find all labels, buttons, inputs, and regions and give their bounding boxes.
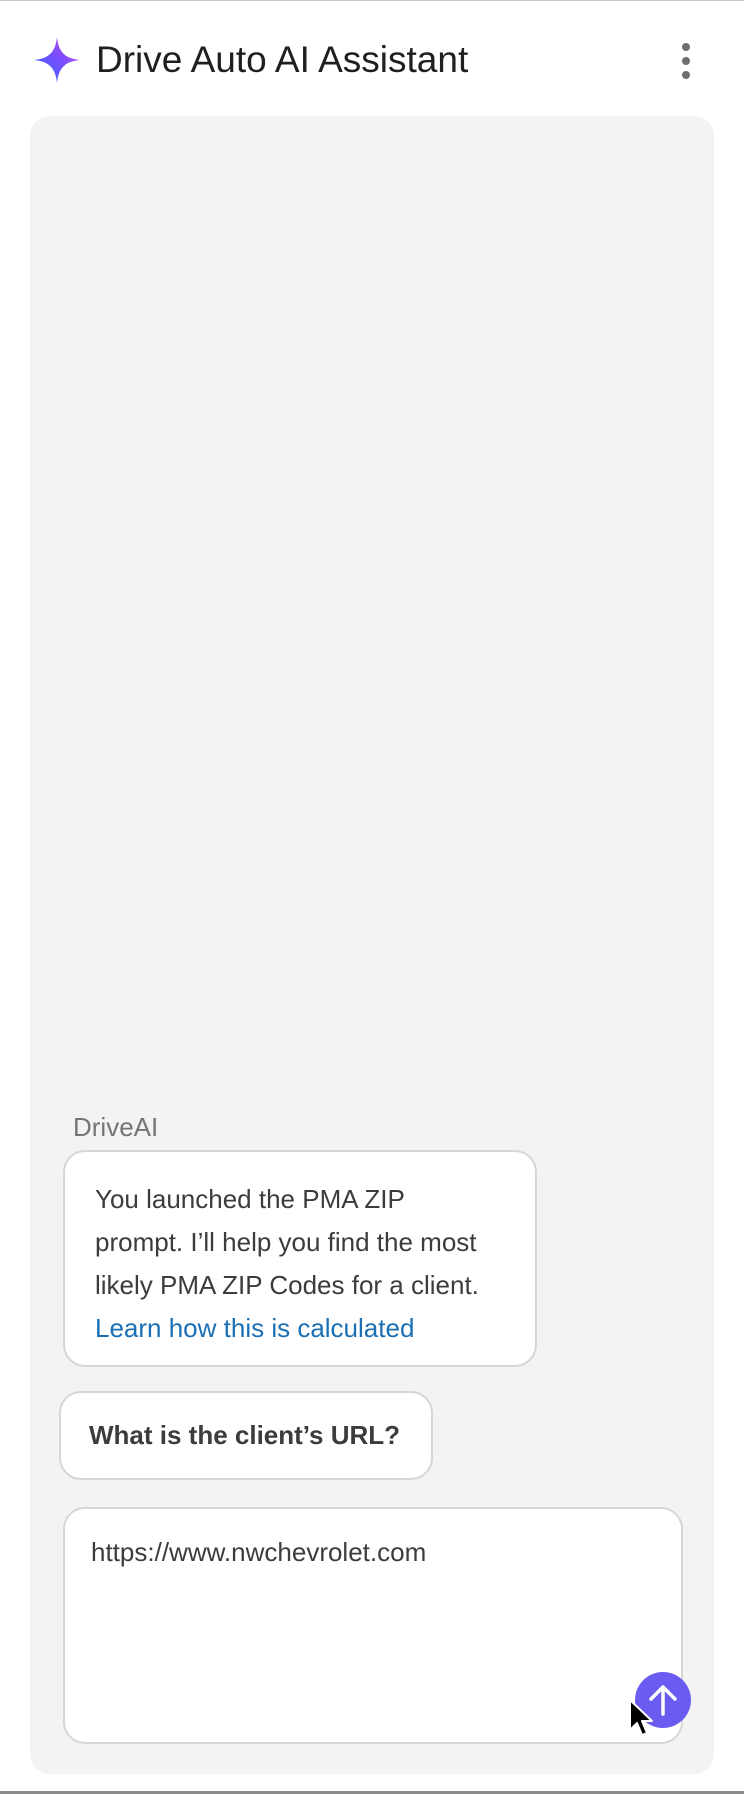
chat-panel: DriveAI You launched the PMA ZIP prompt.…: [30, 116, 714, 1774]
send-button[interactable]: [635, 1672, 691, 1728]
arrow-up-icon: [649, 1685, 677, 1716]
url-input[interactable]: [91, 1535, 651, 1569]
sparkle-icon: [34, 37, 80, 83]
sender-label: DriveAI: [73, 1112, 159, 1142]
more-vertical-icon: [682, 43, 690, 51]
assistant-page: Drive Auto AI Assistant DriveAI You laun…: [0, 0, 744, 1794]
more-vertical-icon-dot-3: [682, 71, 690, 79]
message-line: prompt. I’ll help you find the most: [95, 1227, 477, 1257]
more-vertical-icon-dot-2: [682, 57, 690, 65]
message-line: likely PMA ZIP Codes for a client.: [95, 1270, 479, 1300]
more-options-button[interactable]: [666, 37, 706, 85]
message-line: You launched the PMA ZIP: [95, 1184, 405, 1214]
composer-box[interactable]: [63, 1507, 691, 1744]
app-header: Drive Auto AI Assistant: [0, 1, 744, 113]
question-message: What is the client’s URL?: [59, 1391, 433, 1480]
app-title: Drive Auto AI Assistant: [96, 39, 469, 80]
assistant-message: You launched the PMA ZIP prompt. I’ll he…: [63, 1150, 537, 1367]
learn-how-calculated-link[interactable]: Learn how this is calculated: [95, 1307, 505, 1350]
